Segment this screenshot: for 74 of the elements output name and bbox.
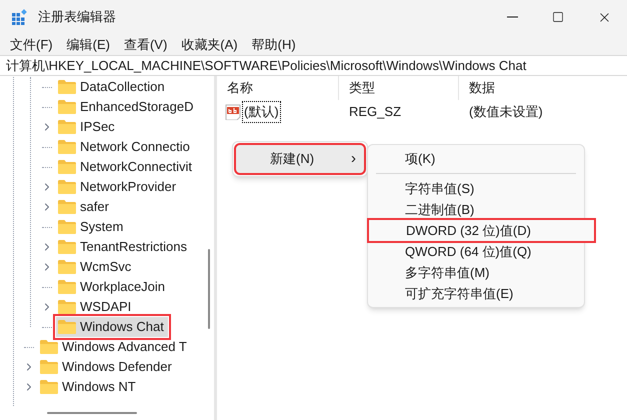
tree-item-label: IPSec (80, 118, 115, 136)
folder-icon (58, 100, 76, 114)
column-header[interactable]: 名称 (217, 76, 339, 100)
tree-item[interactable]: WcmSvc (56, 257, 136, 277)
table-cell-text: REG_SZ (348, 103, 402, 122)
tree-item-label: System (80, 218, 124, 236)
tree-item-label: DataCollection (80, 78, 165, 96)
tree-item[interactable]: NetworkProvider (56, 177, 180, 197)
menu-option[interactable]: 项(K) (368, 148, 584, 169)
submenu-arrow: › (351, 148, 356, 169)
folder-icon (58, 260, 76, 274)
tree-item-label: NetworkConnectivit (80, 158, 192, 176)
menu-option[interactable]: 多字符串值(M) (368, 262, 584, 283)
minimize-icon (506, 16, 518, 18)
folder-icon (58, 80, 76, 94)
menu-item[interactable]: 编辑(E) (62, 34, 115, 54)
tree-item-label: TenantRestrictions (80, 238, 187, 256)
tree-item[interactable]: WorkplaceJoin (56, 277, 170, 297)
table-cell[interactable]: (默认) (242, 101, 281, 123)
tree-item[interactable]: Windows NT (38, 377, 140, 397)
maximize-icon (552, 11, 564, 23)
tree-item-label: Windows Defender (62, 358, 172, 376)
menu-item[interactable]: 查看(V) (118, 34, 172, 54)
tree-item[interactable]: Network Connectio (56, 137, 194, 157)
column-header[interactable]: 类型 (339, 76, 459, 100)
tree-item-label: NetworkProvider (80, 178, 176, 196)
tree-item[interactable]: WSDAPI (56, 297, 136, 317)
folder-icon (58, 180, 76, 194)
tree-item[interactable]: safer (56, 197, 113, 217)
string-value-icon (225, 104, 241, 120)
folder-icon (58, 280, 76, 294)
menu-option[interactable]: 可扩充字符串值(E) (368, 283, 584, 304)
menu-option-label: 新建(N) (270, 150, 314, 168)
window-title: 注册表编辑器 (38, 8, 116, 26)
menu-item[interactable]: 文件(F) (5, 34, 58, 54)
folder-icon (58, 240, 76, 254)
column-header[interactable]: 数据 (459, 76, 627, 100)
menu-option[interactable]: QWORD (64 位)值(Q) (368, 241, 584, 262)
registry-editor-icon (12, 9, 28, 25)
folder-icon (58, 160, 76, 174)
folder-icon (58, 300, 76, 314)
folder-icon (58, 220, 76, 234)
folder-icon (58, 320, 76, 334)
tree-item-label: WSDAPI (80, 298, 132, 316)
tree-item[interactable]: Windows Advanced T (38, 337, 191, 357)
tree-item[interactable]: NetworkConnectivit (56, 157, 196, 177)
folder-icon (40, 380, 58, 394)
tree-item[interactable]: EnhancedStorageD (56, 97, 198, 117)
folder-icon (58, 200, 76, 214)
tree-item-label: Windows Chat (80, 318, 164, 336)
folder-icon (58, 120, 76, 134)
menu-option[interactable]: 新建(N) › (236, 145, 364, 173)
tree-item-label: Windows NT (62, 378, 136, 396)
table-cell-text: (数值未设置) (468, 103, 544, 122)
tree-item-label: Network Connectio (80, 138, 190, 156)
tree-item-label: WorkplaceJoin (80, 278, 166, 296)
folder-icon (40, 360, 58, 374)
tree-item[interactable]: DataCollection (56, 77, 169, 97)
tree-item[interactable]: System (56, 217, 128, 237)
folder-icon (58, 140, 76, 154)
folder-icon (40, 340, 58, 354)
tree-item[interactable]: Windows Chat (56, 317, 168, 337)
menu-item[interactable]: 帮助(H) (246, 34, 301, 54)
tree-item-label: Windows Advanced T (62, 338, 187, 356)
tree-item[interactable]: TenantRestrictions (56, 237, 191, 257)
tree-item[interactable]: Windows Defender (38, 357, 176, 377)
address-bar[interactable]: 计算机\HKEY_LOCAL_MACHINE\SOFTWARE\Policies\Microsoft\Windows\Windows Chat (0, 55, 627, 76)
tree-item-label: WcmSvc (80, 258, 132, 276)
tree-item-label: safer (80, 198, 109, 216)
tree-item-label: EnhancedStorageD (80, 98, 194, 116)
tree-item[interactable]: IPSec (56, 117, 119, 137)
menu-option[interactable]: 字符串值(S) (368, 178, 584, 199)
menu-item[interactable]: 收藏夹(A) (176, 34, 243, 54)
menu-option[interactable]: 二进制值(B) (368, 199, 584, 220)
